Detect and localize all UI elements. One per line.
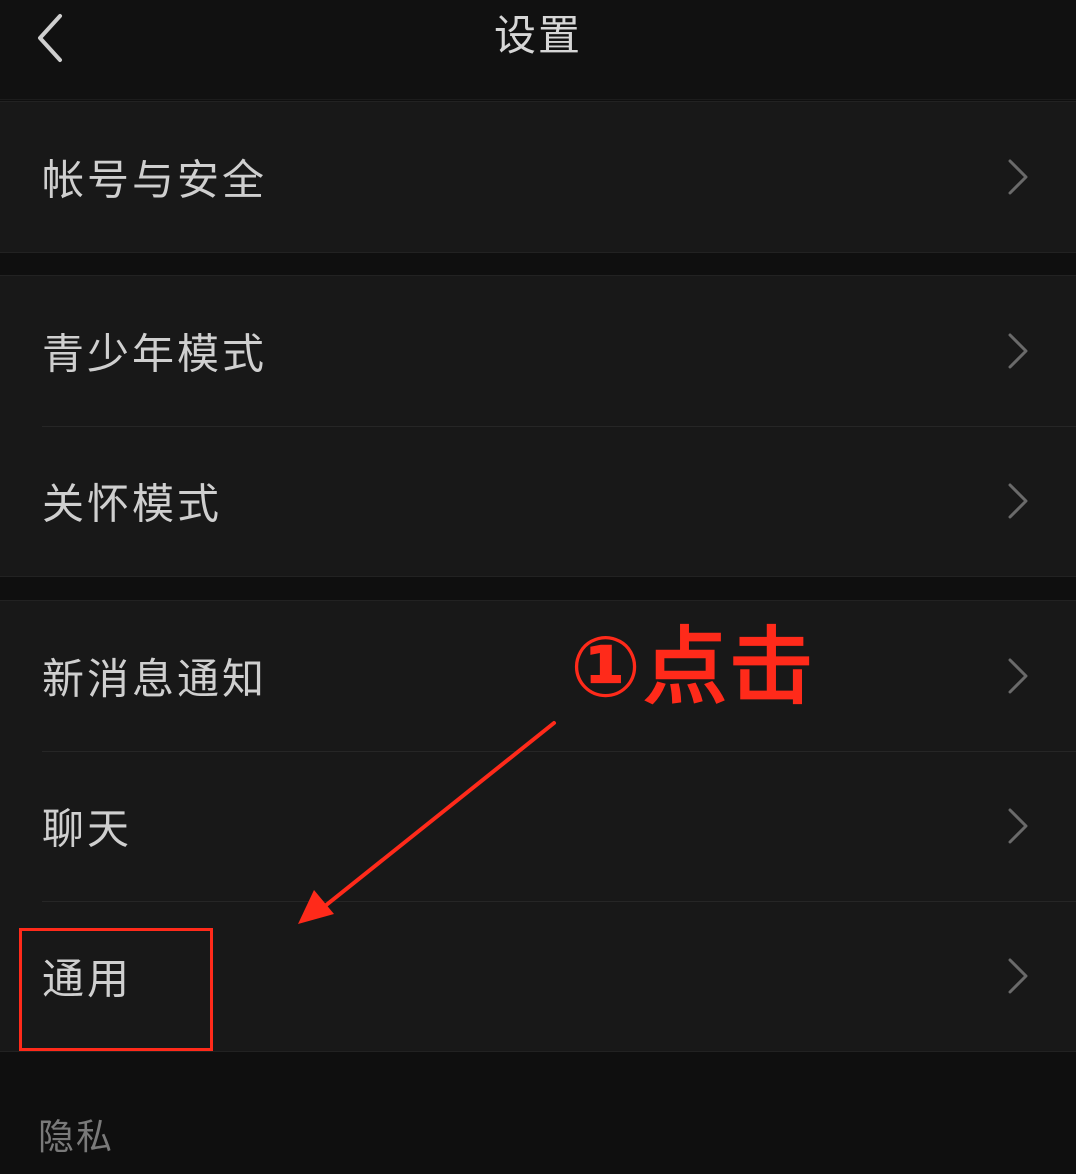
section-header-privacy: 隐私: [38, 1117, 115, 1158]
chevron-right-icon: [1008, 658, 1028, 694]
settings-item-general[interactable]: 通用: [0, 901, 1076, 1051]
settings-item-chat[interactable]: 聊天: [0, 751, 1076, 901]
chevron-right-icon: [1008, 958, 1028, 994]
chevron-right-icon: [1008, 159, 1028, 195]
settings-item-care-mode[interactable]: 关怀模式: [0, 426, 1076, 576]
settings-item-label: 聊天: [42, 804, 133, 854]
annotation-label: ①点击: [570, 618, 816, 716]
settings-item-label: 通用: [42, 954, 133, 1004]
chevron-right-icon: [1008, 808, 1028, 844]
settings-item-label: 青少年模式: [42, 329, 268, 379]
settings-item-label: 关怀模式: [42, 479, 223, 529]
settings-item-label: 帐号与安全: [42, 155, 268, 205]
settings-item-teen-mode[interactable]: 青少年模式: [0, 276, 1076, 426]
settings-group-account: 帐号与安全: [0, 101, 1076, 253]
settings-screen: 设置 帐号与安全 青少年模式 关怀模式 新消息通知 聊天 通用 隐私 ①点击: [0, 0, 1076, 1174]
settings-item-label: 新消息通知: [42, 654, 268, 704]
settings-group-general: 新消息通知 聊天 通用: [0, 600, 1076, 1052]
nav-bar: 设置: [0, 0, 1076, 100]
settings-group-modes: 青少年模式 关怀模式: [0, 275, 1076, 577]
chevron-right-icon: [1008, 333, 1028, 369]
page-title: 设置: [493, 11, 582, 60]
settings-item-account-security[interactable]: 帐号与安全: [0, 102, 1076, 252]
settings-item-notifications[interactable]: 新消息通知: [0, 601, 1076, 751]
chevron-right-icon: [1008, 483, 1028, 519]
